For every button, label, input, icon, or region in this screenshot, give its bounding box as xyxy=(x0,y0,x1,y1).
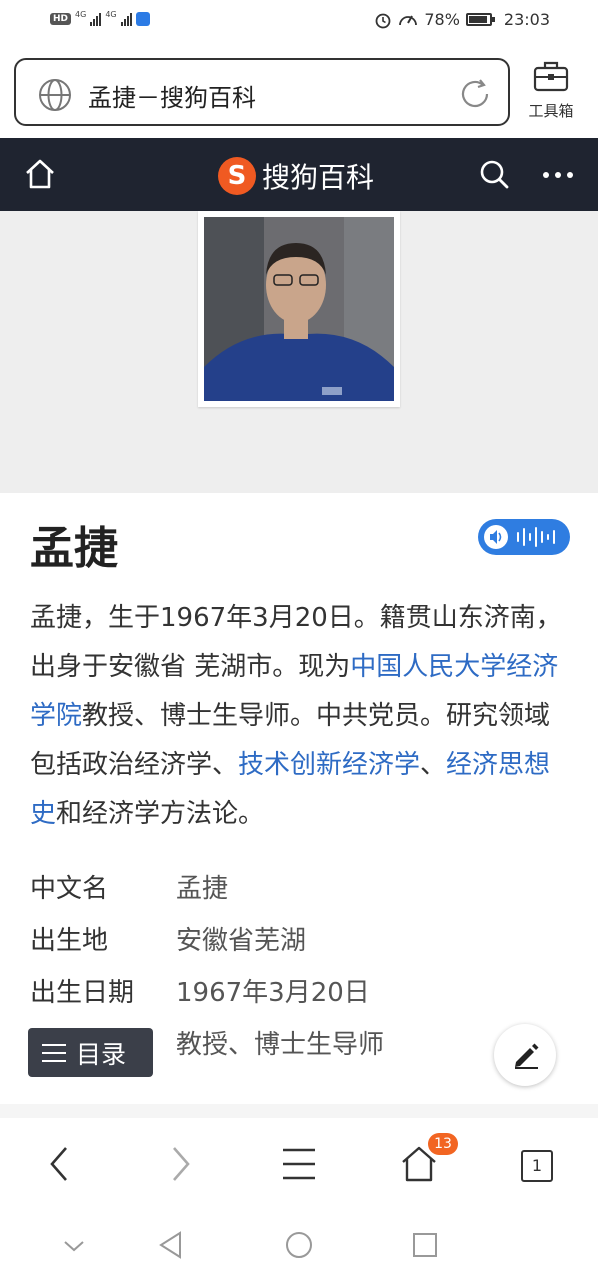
photo-area xyxy=(0,211,598,493)
url-text[interactable]: 孟捷－搜狗百科 xyxy=(88,78,256,113)
info-key: 出生地 xyxy=(30,926,109,956)
system-back-icon[interactable] xyxy=(156,1230,186,1260)
info-row: 出生日期 1967年3月20日 xyxy=(30,968,570,1020)
logo-mark: S xyxy=(218,157,256,195)
tabs-count-button[interactable]: 1 xyxy=(521,1150,553,1182)
reload-icon[interactable] xyxy=(458,77,492,111)
link-tech-innovation-econ[interactable]: 技术创新经济学 xyxy=(238,750,420,780)
info-key: 中文名 xyxy=(30,874,109,904)
battery-icon xyxy=(465,13,495,26)
info-value: 孟捷 xyxy=(176,874,229,904)
portrait-photo[interactable] xyxy=(198,211,400,407)
info-row: 中文名 孟捷 xyxy=(30,864,570,916)
home-icon[interactable] xyxy=(24,158,56,190)
battery-percent: 78% xyxy=(424,10,460,29)
speaker-icon xyxy=(484,525,555,549)
home-badge: 13 xyxy=(428,1133,458,1155)
info-value: 教授、博士生导师 xyxy=(176,1030,385,1060)
status-right-icons: 78% 23:03 xyxy=(374,10,550,29)
status-left-icons: HD 4G 4G xyxy=(50,9,150,26)
edit-button[interactable] xyxy=(494,1024,556,1086)
site-header: S 搜狗百科 xyxy=(0,138,598,211)
logo-text: 搜狗百科 xyxy=(262,161,375,194)
globe-icon xyxy=(39,79,71,111)
audio-read-button[interactable] xyxy=(478,519,570,555)
section-divider xyxy=(0,1104,598,1118)
menu-icon xyxy=(42,1043,66,1062)
back-arrow-icon[interactable] xyxy=(46,1144,74,1184)
shield-icon xyxy=(135,12,150,26)
status-bar: HD 4G 4G 78% 23:03 xyxy=(0,0,598,44)
network-type-1: 4G xyxy=(75,9,87,19)
speed-icon xyxy=(399,15,418,25)
menu-lines-icon[interactable] xyxy=(282,1144,316,1184)
more-icon[interactable] xyxy=(540,158,576,190)
intro-paragraph: 孟捷，生于1967年3月20日。籍贯山东济南，出身于安徽省 芜湖市。现为中国人民… xyxy=(30,594,570,839)
forward-arrow-icon[interactable] xyxy=(166,1144,194,1184)
address-bar[interactable]: 孟捷－搜狗百科 xyxy=(14,58,510,126)
toolbox-icon xyxy=(533,61,569,92)
toolbox-label: 工具箱 xyxy=(528,102,574,120)
network-type-2: 4G xyxy=(105,9,117,19)
system-recents-icon[interactable] xyxy=(412,1232,438,1258)
site-logo[interactable]: S 搜狗百科 xyxy=(218,156,374,196)
signal-icon xyxy=(90,12,102,26)
search-icon[interactable] xyxy=(478,158,510,190)
browser-bottom-nav xyxy=(0,1118,598,1216)
toolbox-button[interactable]: 工具箱 xyxy=(520,60,582,121)
intro-text-4: 和经济学方法论。 xyxy=(56,799,265,829)
pencil-icon xyxy=(515,1043,539,1069)
clock: 23:03 xyxy=(503,10,550,29)
intro-text-3: 、 xyxy=(420,750,447,780)
info-key: 出生日期 xyxy=(30,978,135,1008)
info-value: 安徽省芜湖 xyxy=(176,926,307,956)
info-value: 1967年3月20日 xyxy=(176,978,370,1008)
hd-badge: HD xyxy=(50,13,72,25)
system-nav-bar xyxy=(0,1216,598,1280)
alarm-icon xyxy=(375,13,391,28)
chevron-down-icon[interactable] xyxy=(62,1236,86,1256)
toc-button[interactable]: 目录 xyxy=(28,1028,153,1077)
toc-label: 目录 xyxy=(76,1039,127,1069)
signal-icon-2 xyxy=(120,12,132,26)
info-row: 出生地 安徽省芜湖 xyxy=(30,916,570,968)
system-home-icon[interactable] xyxy=(284,1230,314,1260)
page-title: 孟捷 xyxy=(30,523,118,574)
